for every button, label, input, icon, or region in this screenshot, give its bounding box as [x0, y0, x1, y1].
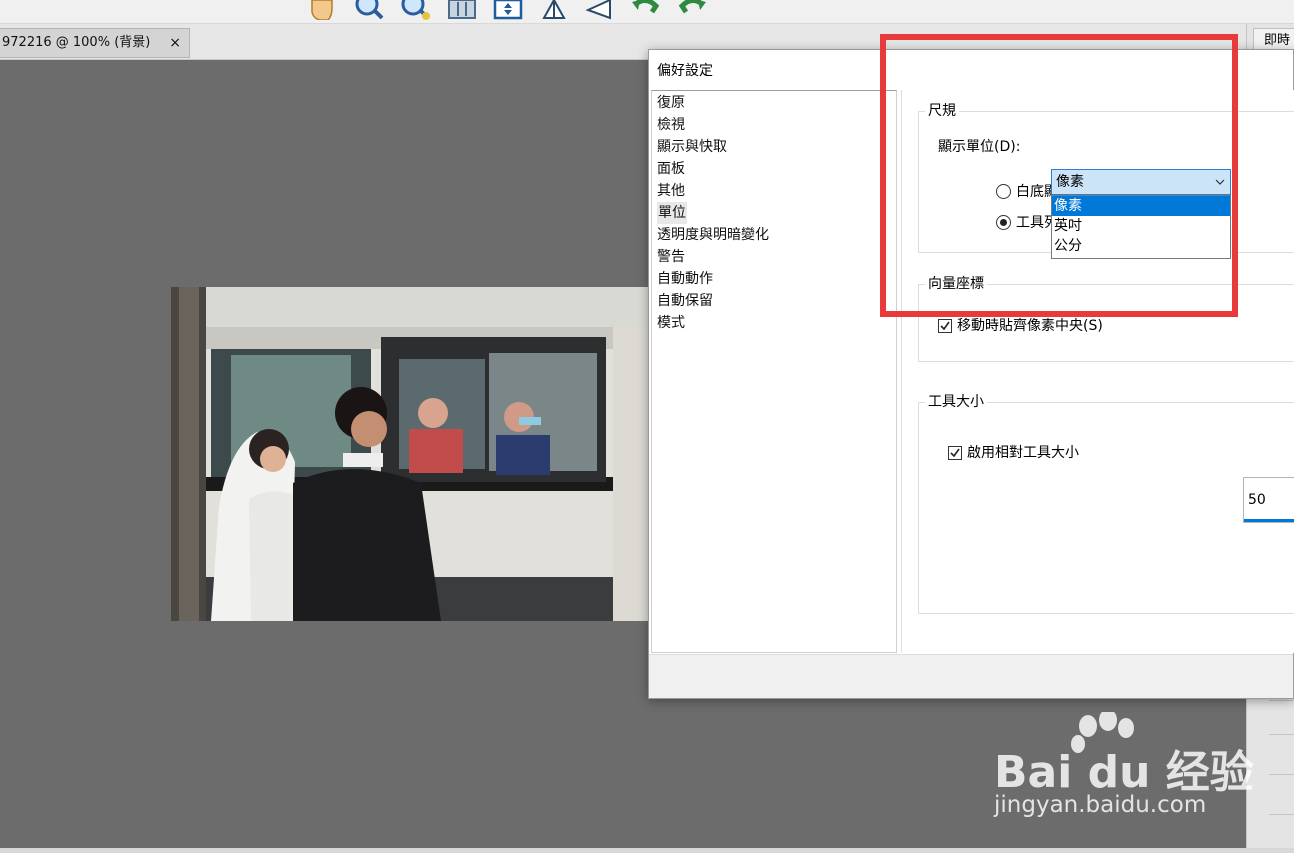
fit-screen-icon[interactable] — [492, 0, 524, 20]
redo-icon[interactable] — [676, 0, 708, 20]
category-item-other[interactable]: 其他 — [657, 180, 685, 202]
watermark-brand: Bai du 经验 — [994, 747, 1254, 798]
highlight-annotation-box — [880, 34, 1238, 317]
flip-icon[interactable] — [584, 0, 616, 20]
category-item-warnings[interactable]: 警告 — [657, 246, 685, 268]
category-list: 復原 檢視 顯示與快取 面板 其他 單位 透明度與明暗變化 警告 自動動作 自動… — [651, 90, 897, 653]
category-item-auto-action[interactable]: 自動動作 — [657, 268, 713, 290]
status-bar — [0, 848, 1294, 853]
category-item-transparency[interactable]: 透明度與明暗變化 — [657, 224, 769, 246]
document-tab-label: 972216 @ 100% (背景) — [2, 35, 151, 50]
actual-pixels-icon[interactable] — [446, 0, 478, 20]
rotate-icon[interactable] — [538, 0, 570, 20]
document-tab[interactable]: 972216 @ 100% (背景) × — [0, 28, 190, 58]
tool-size-group-title: 工具大小 — [925, 393, 987, 411]
category-item-view[interactable]: 檢視 — [657, 114, 685, 136]
category-item-display-cache[interactable]: 顯示與快取 — [657, 136, 727, 158]
category-item-undo[interactable]: 復原 — [657, 92, 685, 114]
snap-pixel-center-checkbox[interactable] — [938, 319, 952, 333]
relative-tool-size-label: 啟用相對工具大小 — [967, 445, 1079, 461]
tool-size-input-focus-bar — [1244, 519, 1294, 522]
baidu-watermark: Bai du 经验 jingyan.baidu.com — [990, 712, 1254, 827]
category-item-panels[interactable]: 面板 — [657, 158, 685, 180]
category-item-units[interactable]: 單位 — [657, 202, 687, 224]
undo-icon[interactable] — [630, 0, 662, 20]
category-item-mode[interactable]: 模式 — [657, 312, 685, 334]
main-toolbar — [0, 0, 1294, 24]
canvas-image[interactable] — [171, 287, 651, 621]
zoom-in-icon[interactable] — [352, 0, 384, 20]
relative-tool-size-checkbox[interactable] — [948, 446, 962, 460]
tool-size-input[interactable]: 50 — [1243, 477, 1294, 523]
watermark-url: jingyan.baidu.com — [994, 792, 1207, 818]
category-item-auto-keep[interactable]: 自動保留 — [657, 290, 713, 312]
close-tab-icon[interactable]: × — [169, 29, 181, 57]
tool-size-group: 工具大小 — [918, 393, 1294, 614]
dialog-footer — [649, 654, 1293, 698]
dialog-title: 偏好設定 — [657, 63, 713, 79]
tool-size-value: 50 — [1248, 492, 1266, 508]
hand-tool-icon[interactable] — [304, 0, 336, 20]
zoom-out-icon[interactable] — [398, 0, 430, 20]
snap-pixel-center-label: 移動時貼齊像素中央(S) — [957, 318, 1103, 334]
